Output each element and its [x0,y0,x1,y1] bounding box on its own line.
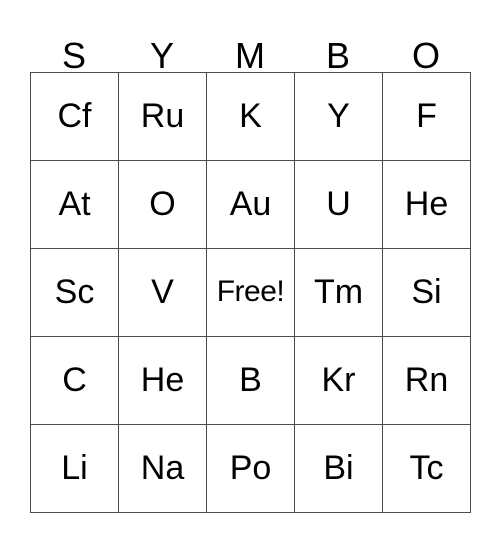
bingo-cell[interactable]: Si [383,249,471,337]
bingo-header-letter-m: M [206,24,294,76]
bingo-cell-label: At [58,184,91,223]
bingo-cell-label: He [140,360,185,399]
bingo-cell[interactable]: Bi [295,425,383,513]
bingo-cell[interactable]: Tc [383,425,471,513]
bingo-cell-label: F [416,96,437,135]
bingo-cell[interactable]: Cf [31,73,119,161]
bingo-cell[interactable]: Tm [295,249,383,337]
bingo-cell[interactable]: At [31,161,119,249]
bingo-cell-label: Tc [409,448,444,487]
bingo-row: C He B Kr Rn [31,337,471,425]
header-letter-text: S [61,35,86,76]
bingo-cell-label: Sc [54,272,95,311]
bingo-free-space-label: Free! [216,274,285,308]
bingo-cell[interactable]: Po [207,425,295,513]
bingo-cell[interactable]: U [295,161,383,249]
header-letter-text: B [325,35,350,76]
bingo-cell-label: Y [327,96,350,135]
bingo-cell[interactable]: He [383,161,471,249]
bingo-cell[interactable]: Sc [31,249,119,337]
bingo-header-letter-b: B [294,24,382,76]
bingo-cell[interactable]: Li [31,425,119,513]
bingo-row: At O Au U He [31,161,471,249]
bingo-cell-label: U [326,184,351,223]
bingo-cell-label: O [149,184,176,223]
bingo-row: Sc V Free! Tm Si [31,249,471,337]
bingo-header-letter-s: S [30,24,118,76]
bingo-row: Cf Ru K Y F [31,73,471,161]
header-letter-text: Y [149,35,174,76]
bingo-cell-free-space[interactable]: Free! [207,249,295,337]
bingo-cell-label: He [404,184,449,223]
bingo-card: S Y M B O Cf Ru K Y F At O Au U He Sc V … [30,24,471,513]
bingo-cell[interactable]: Na [119,425,207,513]
bingo-cell-label: Au [229,184,272,223]
bingo-header-row: S Y M B O [30,24,470,76]
bingo-cell-label: Li [61,448,88,487]
bingo-header-letter-o: O [382,24,470,76]
bingo-cell[interactable]: O [119,161,207,249]
bingo-cell-label: Kr [321,360,356,399]
bingo-row: Li Na Po Bi Tc [31,425,471,513]
bingo-cell-label: Rn [404,360,449,399]
bingo-cell[interactable]: Ru [119,73,207,161]
bingo-cell[interactable]: C [31,337,119,425]
bingo-cell[interactable]: He [119,337,207,425]
bingo-cell-label: K [239,96,262,135]
bingo-cell-label: V [151,272,174,311]
bingo-cell[interactable]: V [119,249,207,337]
bingo-cell[interactable]: Kr [295,337,383,425]
bingo-grid: Cf Ru K Y F At O Au U He Sc V Free! Tm S… [30,72,471,513]
bingo-cell[interactable]: Au [207,161,295,249]
bingo-cell-label: Bi [323,448,354,487]
bingo-cell-label: C [62,360,87,399]
bingo-cell-label: Ru [140,96,185,135]
bingo-header-letter-y: Y [118,24,206,76]
bingo-cell[interactable]: B [207,337,295,425]
bingo-cell[interactable]: Rn [383,337,471,425]
bingo-cell-label: Si [411,272,442,311]
bingo-cell-label: Tm [313,272,364,311]
bingo-cell[interactable]: Y [295,73,383,161]
header-letter-text: M [235,35,265,76]
bingo-cell-label: B [239,360,262,399]
header-letter-text: O [411,35,440,76]
bingo-cell-label: Na [140,448,185,487]
bingo-cell-label: Cf [57,96,92,135]
bingo-cell[interactable]: F [383,73,471,161]
bingo-cell-label: Po [229,448,272,487]
bingo-cell[interactable]: K [207,73,295,161]
